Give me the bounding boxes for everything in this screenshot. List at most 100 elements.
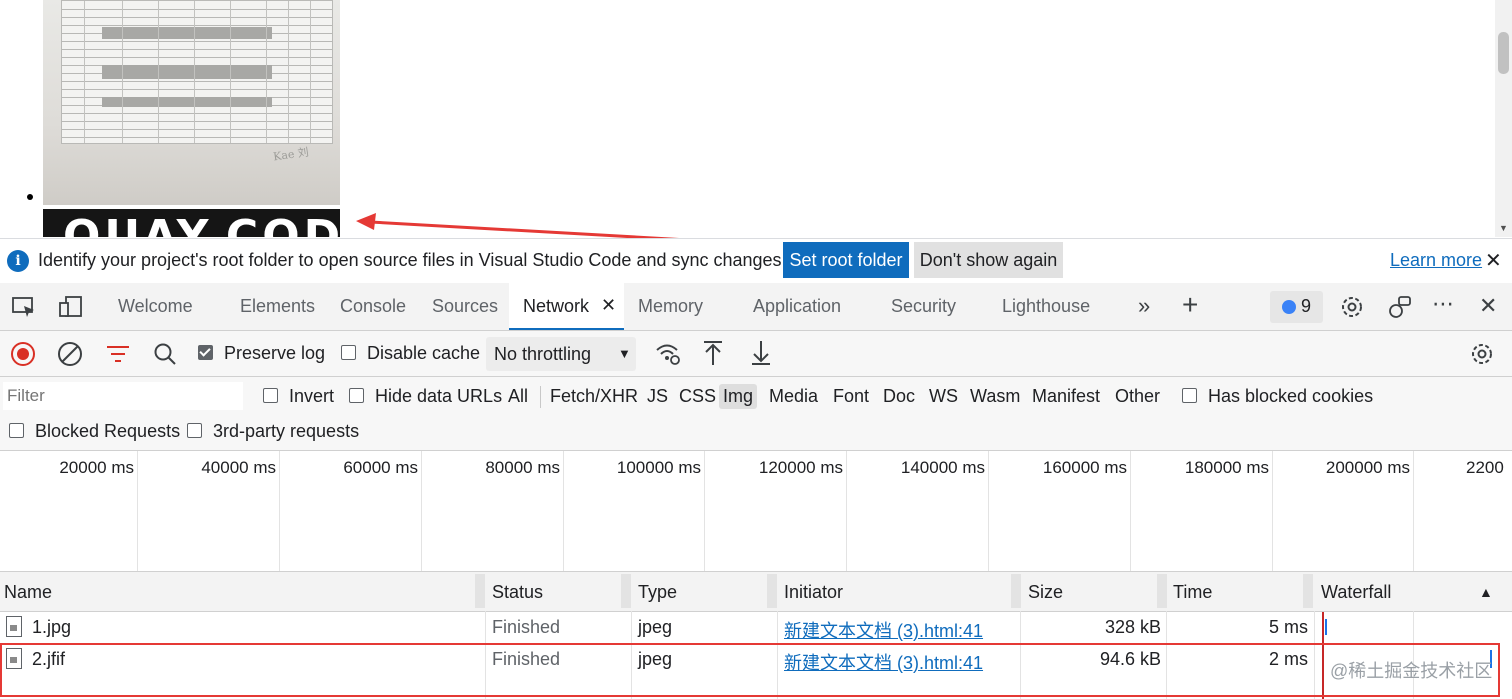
- close-devtools-icon[interactable]: ✕: [1479, 293, 1497, 319]
- search-icon[interactable]: [152, 341, 178, 367]
- timeline-tick: 20000 ms: [59, 458, 134, 477]
- tab-sources[interactable]: Sources: [432, 296, 498, 317]
- third-party-requests-label: 3rd-party requests: [213, 421, 360, 441]
- third-party-requests-checkbox[interactable]: [187, 423, 202, 438]
- timeline-tick: 100000 ms: [616, 458, 701, 477]
- request-name: 1.jpg: [32, 617, 72, 637]
- request-status: Finished: [492, 617, 561, 637]
- set-root-folder-button[interactable]: Set root folder: [783, 242, 909, 278]
- filter-type-fetch-xhr[interactable]: Fetch/XHR: [550, 386, 638, 407]
- more-tabs-icon[interactable]: »: [1138, 293, 1150, 319]
- scrollbar-thumb[interactable]: [1498, 32, 1509, 74]
- table-header: Name Status Type Initiator Size Time Wat…: [0, 572, 1512, 612]
- invert-label: Invert: [289, 386, 335, 406]
- second-image: OUAY.COD: [43, 209, 340, 237]
- watermark: @稀土掘金技术社区: [1330, 661, 1493, 681]
- filter-input[interactable]: [3, 382, 243, 410]
- request-time: 5 ms: [1268, 617, 1308, 637]
- hide-data-urls-label: Hide data URLs: [375, 386, 503, 406]
- filter-type-wasm[interactable]: Wasm: [970, 386, 1020, 407]
- timeline-tick: 200000 ms: [1325, 458, 1410, 477]
- request-initiator-link[interactable]: 新建文本文档 (3).html:41: [784, 617, 983, 643]
- photo-signature: Kae 刘: [272, 145, 310, 164]
- timeline-tick: 40000 ms: [201, 458, 276, 477]
- filter-type-manifest[interactable]: Manifest: [1032, 386, 1100, 407]
- column-status[interactable]: Status: [492, 582, 543, 603]
- close-tab-icon[interactable]: ✕: [601, 295, 616, 316]
- preserve-log-checkbox[interactable]: [198, 345, 213, 360]
- request-size: 328 kB: [1104, 617, 1161, 637]
- blocked-requests-checkbox[interactable]: [9, 423, 24, 438]
- export-har-icon[interactable]: [750, 339, 772, 367]
- tab-elements[interactable]: Elements: [240, 296, 315, 317]
- tab-lighthouse[interactable]: Lighthouse: [1002, 296, 1090, 317]
- filter-type-other[interactable]: Other: [1115, 386, 1160, 407]
- has-blocked-cookies-label: Has blocked cookies: [1208, 386, 1374, 406]
- sort-ascending-icon[interactable]: ▲: [1479, 584, 1493, 600]
- more-options-icon[interactable]: ⋯: [1432, 291, 1454, 317]
- second-image-text: OUAY.COD: [63, 211, 340, 238]
- import-har-icon[interactable]: [702, 339, 724, 367]
- tab-application[interactable]: Application: [753, 296, 841, 317]
- page-preview: Kae 刘 OUAY.COD ▼: [0, 0, 1512, 237]
- settings-gear-icon[interactable]: [1338, 293, 1366, 321]
- tab-console[interactable]: Console: [340, 296, 406, 317]
- filter-type-ws[interactable]: WS: [929, 386, 958, 407]
- info-message: Identify your project's root folder to o…: [38, 250, 787, 270]
- tab-network[interactable]: Network ✕: [509, 283, 624, 330]
- waterfall-bar: [1325, 619, 1327, 635]
- tab-security[interactable]: Security: [891, 296, 956, 317]
- column-type[interactable]: Type: [638, 582, 677, 603]
- column-size[interactable]: Size: [1028, 582, 1063, 603]
- column-time[interactable]: Time: [1173, 582, 1212, 603]
- add-tab-icon[interactable]: +: [1182, 289, 1198, 321]
- network-conditions-icon[interactable]: [654, 341, 682, 367]
- device-emulation-icon[interactable]: [57, 293, 85, 321]
- filter-type-all[interactable]: All: [508, 386, 528, 407]
- preserve-log-label: Preserve log: [224, 343, 326, 363]
- filter-type-font[interactable]: Font: [833, 386, 869, 407]
- dont-show-again-button[interactable]: Don't show again: [914, 242, 1063, 278]
- tab-memory[interactable]: Memory: [638, 296, 703, 317]
- has-blocked-cookies-checkbox[interactable]: [1182, 388, 1197, 403]
- network-overview-timeline[interactable]: 20000 ms 40000 ms 60000 ms 80000 ms 1000…: [0, 451, 1512, 572]
- disable-cache-label: Disable cache: [367, 343, 481, 363]
- invert-checkbox[interactable]: [263, 388, 278, 403]
- throttling-select[interactable]: No throttling ▼: [486, 337, 636, 371]
- filter-icon[interactable]: [105, 343, 131, 365]
- column-waterfall[interactable]: Waterfall: [1321, 582, 1391, 603]
- table-row[interactable]: 1.jpg Finished jpeg 新建文本文档 (3).html:41 3…: [0, 612, 1512, 643]
- throttling-value: No throttling: [494, 344, 592, 364]
- timeline-tick: 80000 ms: [485, 458, 560, 477]
- network-settings-gear-icon[interactable]: [1468, 340, 1496, 368]
- timeline-tick: 180000 ms: [1184, 458, 1269, 477]
- info-bar: i Identify your project's root folder to…: [0, 238, 1512, 284]
- filter-type-js[interactable]: JS: [647, 386, 668, 407]
- column-initiator[interactable]: Initiator: [784, 582, 843, 603]
- record-stop-icon[interactable]: [10, 341, 36, 367]
- chevron-down-icon: ▼: [618, 346, 631, 361]
- filter-bar: Invert Hide data URLs All Fetch/XHR JS C…: [0, 377, 1512, 451]
- hide-data-urls-checkbox[interactable]: [349, 388, 364, 403]
- filter-type-css[interactable]: CSS: [679, 386, 716, 407]
- disable-cache-checkbox[interactable]: [341, 345, 356, 360]
- timeline-tick: 120000 ms: [758, 458, 843, 477]
- highlight-annotation-box: [0, 643, 1500, 697]
- issues-badge[interactable]: 9: [1270, 291, 1323, 323]
- spreadsheet-photo-image: Kae 刘: [43, 0, 340, 205]
- inspect-element-icon[interactable]: [10, 293, 38, 321]
- filter-type-img[interactable]: Img: [719, 384, 758, 409]
- issues-icon: [1282, 300, 1296, 314]
- customize-icon[interactable]: [1386, 293, 1414, 321]
- tab-welcome[interactable]: Welcome: [118, 296, 193, 317]
- issues-count: 9: [1301, 296, 1312, 316]
- column-name[interactable]: Name: [4, 582, 52, 603]
- filter-divider: [540, 386, 541, 408]
- page-scrollbar[interactable]: ▼: [1495, 0, 1512, 237]
- learn-more-link[interactable]: Learn more: [1390, 250, 1482, 271]
- close-icon[interactable]: ✕: [1485, 248, 1502, 273]
- filter-type-doc[interactable]: Doc: [883, 386, 915, 407]
- clear-icon[interactable]: [57, 341, 83, 367]
- scroll-down-icon[interactable]: ▼: [1499, 223, 1508, 233]
- filter-type-media[interactable]: Media: [769, 386, 818, 407]
